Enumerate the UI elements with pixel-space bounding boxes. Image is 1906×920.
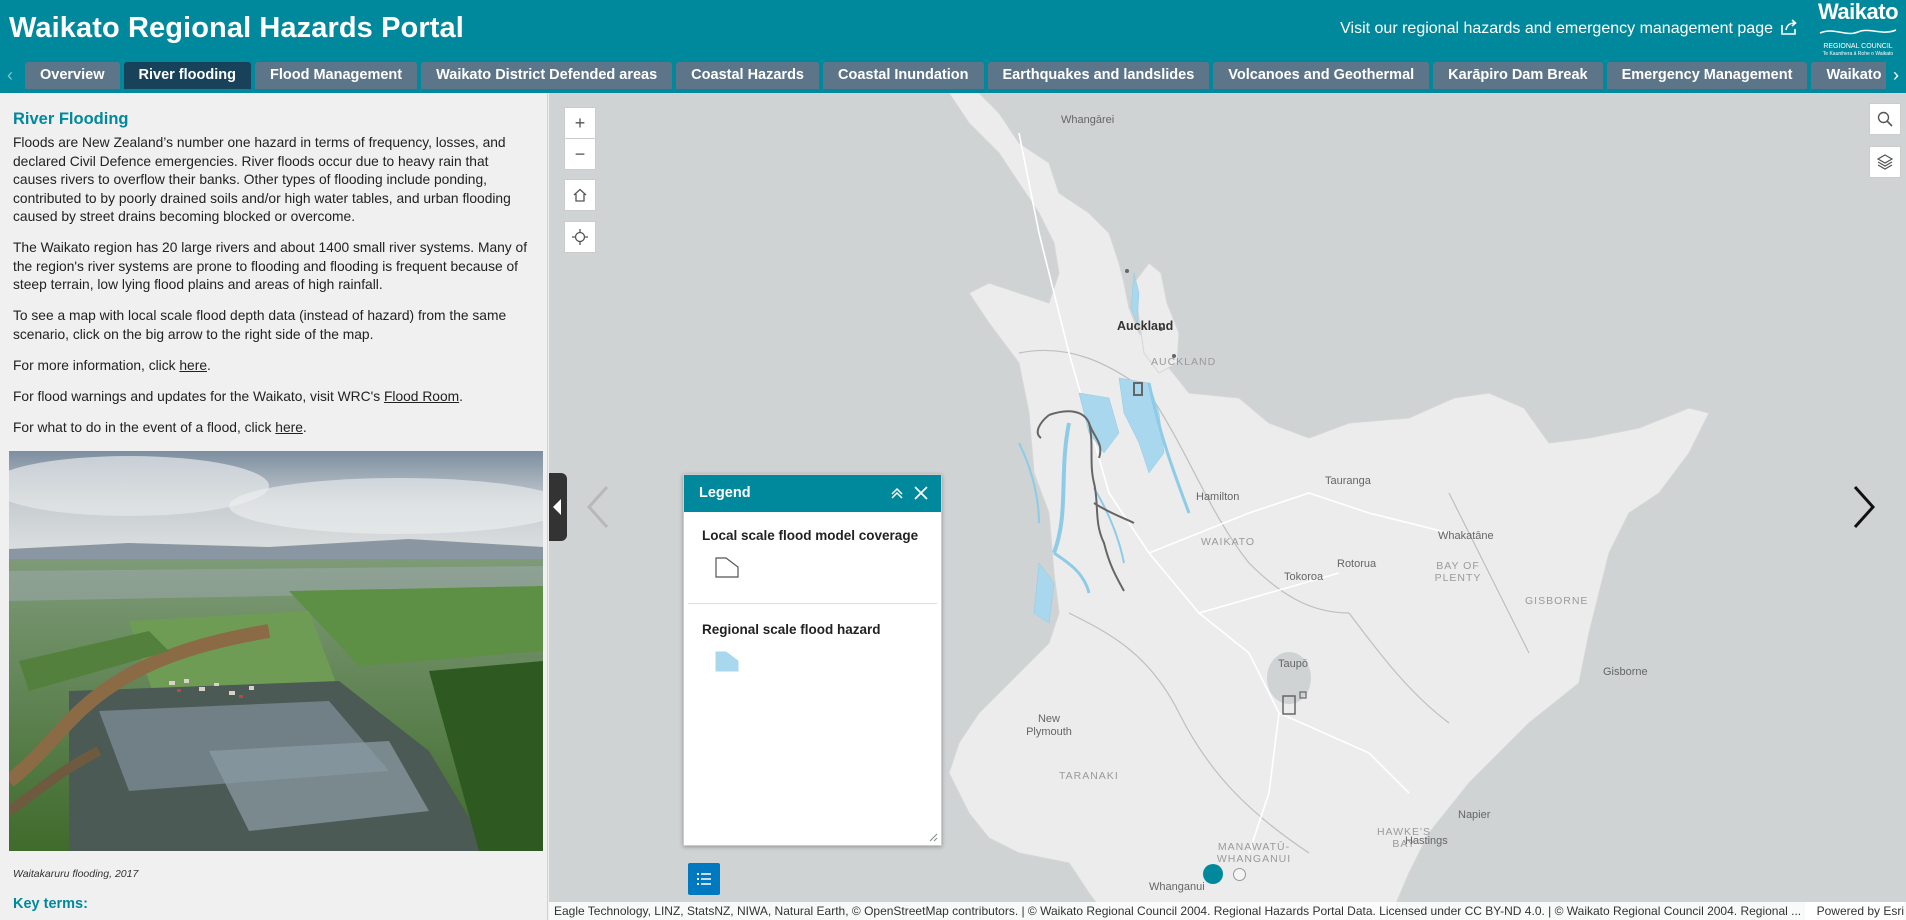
photo-caption: Waitakaruru flooding, 2017 bbox=[13, 868, 139, 880]
panel-text: Floods are New Zealand’s number one haza… bbox=[13, 134, 533, 450]
tab-flood-management[interactable]: Flood Management bbox=[254, 62, 418, 89]
tab-river-flooding[interactable]: River flooding bbox=[123, 62, 251, 89]
legend-separator bbox=[688, 603, 937, 604]
map-label-tokoroa: Tokoroa bbox=[1284, 571, 1324, 583]
layers-icon bbox=[1876, 154, 1894, 170]
map-label-taranaki: TARANAKI bbox=[1059, 770, 1119, 782]
previous-arrow-icon[interactable] bbox=[577, 477, 617, 537]
legend-panel: Legend Local scale flood model coverage … bbox=[683, 474, 942, 846]
tab-coastal-inundation[interactable]: Coastal Inundation bbox=[823, 62, 984, 89]
collapse-panel-handle[interactable] bbox=[549, 473, 567, 541]
more-info-link[interactable]: here bbox=[179, 358, 207, 373]
map-label-auckland: Auckland bbox=[1117, 319, 1174, 333]
map-label-tauranga: Tauranga bbox=[1325, 475, 1371, 487]
next-arrow-icon[interactable] bbox=[1843, 477, 1883, 537]
tab-emergency-management[interactable]: Emergency Management bbox=[1606, 62, 1808, 89]
layers-button[interactable] bbox=[1869, 146, 1901, 178]
map-label-rotorua: Rotorua bbox=[1337, 558, 1377, 570]
map-view[interactable]: Whangārei Auckland AUCKLAND Hamilton WAI… bbox=[549, 93, 1906, 920]
map-label-waikato-region: WAIKATO bbox=[1201, 536, 1256, 548]
legend-title: Legend bbox=[699, 485, 751, 501]
legend-header: Legend bbox=[684, 475, 941, 512]
waikato-logo: Waikato REGIONAL COUNCIL Te Kaunihera ā … bbox=[1817, 0, 1899, 57]
locate-icon bbox=[572, 229, 588, 245]
map-attribution: Eagle Technology, LINZ, StatsNZ, NIWA, N… bbox=[549, 902, 1906, 920]
app-header: Waikato Regional Hazards Portal Visit ou… bbox=[0, 0, 1906, 58]
tab-waikato-district-defended-areas[interactable]: Waikato District Defended areas bbox=[421, 62, 673, 89]
legend-item-local-coverage: Local scale flood model coverage bbox=[702, 528, 919, 543]
tab-karapiro-dam-break[interactable]: Karāpiro Dam Break bbox=[1433, 62, 1603, 89]
story-panel: River Flooding Floods are New Zealand’s … bbox=[0, 93, 548, 920]
legend-toggle-button[interactable] bbox=[688, 863, 720, 895]
close-legend-icon[interactable] bbox=[913, 485, 929, 501]
powered-by-esri[interactable]: Powered by Esri bbox=[1804, 902, 1904, 920]
tab-scroll-right-icon[interactable]: › bbox=[1886, 58, 1906, 93]
logo-wave-icon bbox=[1819, 29, 1897, 35]
paragraph-floods-intro: Floods are New Zealand’s number one haza… bbox=[13, 135, 511, 224]
paragraph-waikato-rivers: The Waikato region has 20 large rivers a… bbox=[13, 240, 528, 292]
map-label-whangarei: Whangārei bbox=[1061, 114, 1115, 126]
legend-item-regional-hazard: Regional scale flood hazard bbox=[702, 622, 881, 637]
flooding-photo bbox=[9, 451, 543, 851]
tab-earthquakes-landslides[interactable]: Earthquakes and landslides bbox=[987, 62, 1210, 89]
list-icon bbox=[697, 873, 711, 885]
page-indicator-active[interactable] bbox=[1203, 864, 1223, 884]
home-icon bbox=[573, 188, 587, 202]
search-icon bbox=[1877, 111, 1893, 127]
local-coverage-swatch bbox=[715, 557, 739, 578]
map-label-napier: Napier bbox=[1458, 809, 1491, 821]
tab-overview[interactable]: Overview bbox=[25, 62, 120, 89]
tab-bar: ‹ Overview River flooding Flood Manageme… bbox=[0, 58, 1906, 93]
map-label-manawatu-whanganui: MANAWATŪ-WHANGANUI bbox=[1216, 841, 1292, 865]
regional-hazard-swatch bbox=[715, 651, 739, 672]
zoom-in-button[interactable]: + bbox=[564, 107, 596, 139]
paragraph-more-info: For more information, click here. bbox=[13, 357, 211, 373]
map-label-taupo: Taupō bbox=[1278, 658, 1308, 670]
paragraph-local-scale: To see a map with local scale flood dept… bbox=[13, 308, 507, 342]
resize-handle-icon[interactable] bbox=[928, 832, 938, 842]
zoom-out-button[interactable]: − bbox=[564, 138, 596, 170]
key-terms-heading: Key terms: bbox=[13, 896, 88, 912]
visit-hazards-link[interactable]: Visit our regional hazards and emergency… bbox=[1340, 20, 1773, 38]
map-label-hastings: Hastings bbox=[1405, 835, 1448, 847]
tab-coastal-hazards[interactable]: Coastal Hazards bbox=[676, 62, 819, 89]
tab-list: Overview River flooding Flood Management… bbox=[25, 62, 1906, 89]
home-button[interactable] bbox=[564, 179, 596, 211]
map-label-gisborne-region: GISBORNE bbox=[1525, 595, 1589, 607]
map-label-gisborne: Gisborne bbox=[1603, 666, 1648, 678]
tab-scroll-left-icon[interactable]: ‹ bbox=[0, 58, 20, 93]
locate-button[interactable] bbox=[564, 221, 596, 253]
map-label-new-plymouth: New Plymouth bbox=[1026, 713, 1072, 738]
collapse-legend-icon[interactable] bbox=[889, 485, 905, 501]
map-label-bay-of-plenty: BAY OF PLENTY bbox=[1434, 560, 1482, 584]
map-label-auckland-region: AUCKLAND bbox=[1151, 356, 1217, 368]
map-label-hamilton: Hamilton bbox=[1196, 491, 1240, 503]
attribution-text: Eagle Technology, LINZ, StatsNZ, NIWA, N… bbox=[554, 904, 1802, 918]
paragraph-flood-room: For flood warnings and updates for the W… bbox=[13, 388, 463, 404]
paragraph-what-to-do: For what to do in the event of a flood, … bbox=[13, 419, 307, 435]
search-button[interactable] bbox=[1869, 103, 1901, 135]
share-icon[interactable] bbox=[1780, 18, 1798, 36]
flood-room-link[interactable]: Flood Room bbox=[384, 389, 459, 404]
app-title: Waikato Regional Hazards Portal bbox=[9, 12, 464, 44]
panel-heading: River Flooding bbox=[13, 110, 129, 128]
what-to-do-link[interactable]: here bbox=[275, 420, 303, 435]
tab-volcanoes-geothermal[interactable]: Volcanoes and Geothermal bbox=[1213, 62, 1430, 89]
map-label-whakatane: Whakatāne bbox=[1438, 530, 1494, 542]
map-label-whanganui: Whanganui bbox=[1149, 881, 1205, 893]
page-indicator[interactable] bbox=[1233, 868, 1246, 881]
